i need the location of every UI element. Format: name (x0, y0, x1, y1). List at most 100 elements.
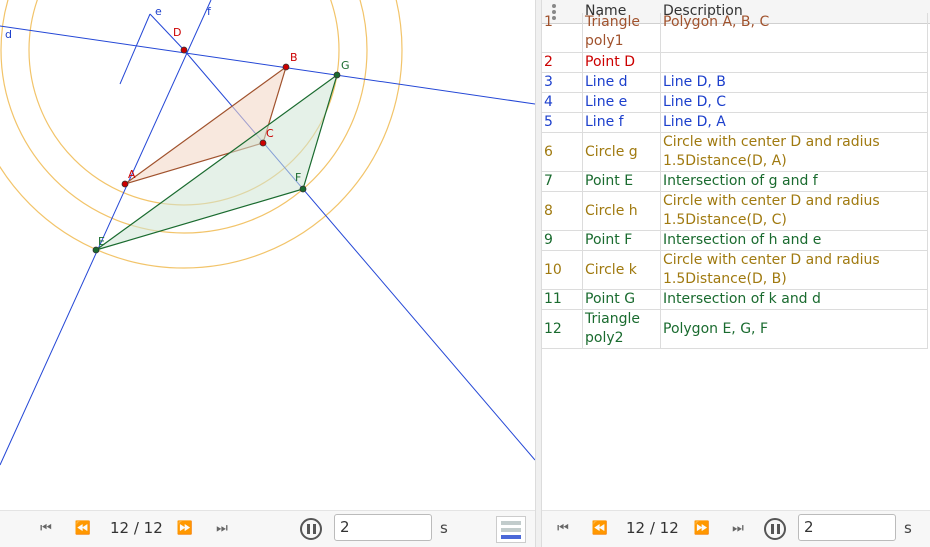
point-a[interactable] (121, 180, 129, 188)
label-point-g: G (341, 59, 350, 72)
table-row[interactable]: 3 Line d Line D, B (542, 73, 928, 93)
table-row[interactable]: 12 Triangle poly2 Polygon E, G, F (542, 310, 928, 349)
row-description-cell[interactable]: Polygon A, B, C (661, 13, 928, 52)
label-point-d: D (173, 26, 181, 39)
last-step-icon[interactable]: ⏭ (729, 521, 747, 537)
row-description-cell[interactable]: Intersection of k and d (661, 290, 928, 309)
table-row[interactable]: 1 Triangle poly1 Polygon A, B, C (542, 13, 928, 53)
row-description-cell[interactable]: Intersection of h and e (661, 231, 928, 250)
row-name-cell[interactable]: Line e (583, 93, 661, 112)
table-row[interactable]: 8 Circle h Circle with center D and radius… (542, 192, 928, 231)
speed-input[interactable]: 2 (334, 514, 432, 541)
previous-step-icon[interactable]: ⏪ (74, 521, 92, 537)
label-point-c: C (266, 127, 274, 140)
point-f[interactable] (299, 185, 307, 193)
row-name-cell[interactable]: Triangle poly1 (583, 13, 661, 52)
pause-button[interactable] (764, 518, 786, 540)
step-counter: 12 / 12 (626, 519, 679, 537)
row-number-cell-text: 9 (544, 232, 553, 248)
row-name-cell-text: Point E (585, 173, 634, 189)
point-b[interactable] (282, 63, 290, 71)
pause-icon-bar (313, 524, 316, 534)
row-name-cell-text: Line e (585, 94, 628, 110)
point-d[interactable] (180, 46, 188, 54)
row-name-cell[interactable]: Triangle poly2 (583, 310, 661, 348)
row-description-cell[interactable]: Line D, A (661, 113, 928, 132)
line-e-upper[interactable] (119, 13, 151, 85)
row-name-cell-text: Point F (585, 232, 633, 248)
row-name-cell[interactable]: Circle k (583, 251, 661, 289)
row-name-cell[interactable]: Point F (583, 231, 661, 250)
row-name-cell[interactable]: Point G (583, 290, 661, 309)
row-description-cell-text: Intersection of h and e (663, 232, 822, 248)
previous-step-icon[interactable]: ⏪ (591, 521, 609, 537)
row-description-cell[interactable]: Circle with center D and radius 1.5Dista… (661, 192, 928, 230)
row-number-cell[interactable]: 9 (542, 231, 583, 250)
row-description-cell-text: Intersection of g and f (663, 173, 818, 189)
point-g[interactable] (333, 71, 341, 79)
graphics-view[interactable]: d e f D B G A C F E (0, 0, 535, 510)
row-name-cell[interactable]: Point E (583, 172, 661, 191)
first-step-icon[interactable]: ⏮ (554, 521, 572, 537)
construction-canvas[interactable]: d e f D B G A C F E (0, 0, 535, 510)
row-description-cell[interactable]: Line D, C (661, 93, 928, 112)
row-description-cell-text: Line D, B (663, 74, 726, 90)
row-number-cell[interactable]: 4 (542, 93, 583, 112)
table-row[interactable]: 6 Circle g Circle with center D and radius… (542, 133, 928, 172)
row-number-cell-text: 10 (544, 261, 562, 278)
speed-input[interactable]: 2 (798, 514, 896, 541)
row-number-cell[interactable]: 8 (542, 192, 583, 230)
row-description-cell[interactable]: Circle with center D and radius 1.5Dista… (661, 133, 928, 171)
row-name-cell[interactable]: Line d (583, 73, 661, 92)
pause-button[interactable] (300, 518, 322, 540)
row-number-cell[interactable]: 5 (542, 113, 583, 132)
row-description-cell-text: Polygon A, B, C (663, 14, 770, 30)
algebra-view-toggle-button[interactable] (496, 516, 526, 543)
next-step-icon[interactable]: ⏩ (176, 521, 194, 537)
row-name-cell[interactable]: Circle h (583, 192, 661, 230)
polygon-poly2[interactable] (95, 73, 339, 251)
row-number-cell[interactable]: 7 (542, 172, 583, 191)
row-name-cell[interactable]: Circle g (583, 133, 661, 171)
row-number-cell-text: 6 (544, 143, 553, 160)
label-e-line: e (155, 5, 162, 18)
row-description-cell[interactable]: Polygon E, G, F (661, 310, 928, 348)
row-number-cell[interactable]: 3 (542, 73, 583, 92)
row-number-cell[interactable]: 12 (542, 310, 583, 348)
row-number-cell[interactable]: 6 (542, 133, 583, 171)
row-name-cell-text: Point G (585, 291, 636, 307)
first-step-icon[interactable]: ⏮ (37, 521, 55, 537)
construction-protocol-panel: Name Description 1 Triangle poly1 Polygon … (542, 0, 930, 510)
table-row[interactable]: 2 Point D (542, 53, 928, 73)
table-row[interactable]: 10 Circle k Circle with center D and radiu… (542, 251, 928, 290)
algebra-icon-line (501, 528, 521, 532)
table-row[interactable]: 4 Line e Line D, C (542, 93, 928, 113)
row-name-cell-text: Circle h (585, 202, 638, 219)
table-row[interactable]: 9 Point F Intersection of h and e (542, 231, 928, 251)
next-step-icon[interactable]: ⏩ (693, 521, 711, 537)
row-number-cell-text: 3 (544, 74, 553, 90)
row-description-cell[interactable]: Circle with center D and radius 1.5Dista… (661, 251, 928, 289)
protocol-navigation-bar: ⏮ ⏪ 12 / 12 ⏩ ⏭ 2 s (542, 510, 930, 547)
row-description-cell[interactable]: Line D, B (661, 73, 928, 92)
label-f-line: f (207, 5, 212, 18)
point-c[interactable] (259, 139, 267, 147)
row-description-cell-text: Polygon E, G, F (663, 320, 769, 337)
construction-navigation-bar: ⏮ ⏪ 12 / 12 ⏩ ⏭ 2 s (0, 510, 535, 547)
row-description-cell[interactable]: Intersection of g and f (661, 172, 928, 191)
table-row[interactable]: 5 Line f Line D, A (542, 113, 928, 133)
row-number-cell[interactable]: 10 (542, 251, 583, 289)
last-step-icon[interactable]: ⏭ (213, 521, 231, 537)
row-name-cell[interactable]: Line f (583, 113, 661, 132)
table-row[interactable]: 7 Point E Intersection of g and f (542, 172, 928, 192)
row-description-cell[interactable] (661, 53, 928, 72)
row-name-cell[interactable]: Point D (583, 53, 661, 72)
row-number-cell[interactable]: 2 (542, 53, 583, 72)
table-row[interactable]: 11 Point G Intersection of k and d (542, 290, 928, 310)
panel-splitter[interactable] (535, 0, 542, 547)
row-number-cell[interactable]: 1 (542, 13, 583, 52)
row-description-cell-text: Line D, C (663, 94, 727, 110)
row-number-cell-text: 11 (544, 291, 562, 307)
row-number-cell[interactable]: 11 (542, 290, 583, 309)
pause-icon-bar (777, 524, 780, 534)
